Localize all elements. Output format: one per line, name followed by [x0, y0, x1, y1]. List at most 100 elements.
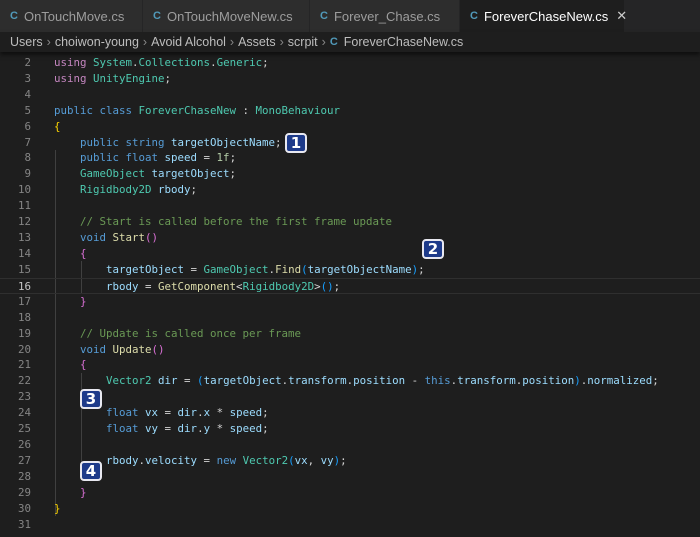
breadcrumb: Users › choiwon-young › Avoid Alcohol › Ass… — [0, 32, 700, 52]
code-token: GetComponent — [158, 279, 237, 293]
code-token: Find — [275, 262, 302, 276]
code-token: Start — [112, 231, 146, 245]
code-line[interactable]: 11 — [0, 198, 700, 214]
code-token: 1f — [216, 151, 230, 165]
line-number: 9 — [24, 167, 31, 181]
breadcrumb-item[interactable]: Users — [10, 35, 43, 49]
code-token: ; — [262, 422, 269, 436]
code-token: vy — [145, 422, 159, 436]
code-text: { — [54, 357, 87, 373]
line-number: 24 — [17, 406, 31, 420]
code-line[interactable]: 21 { — [0, 357, 700, 373]
code-token: ; — [333, 279, 341, 293]
line-number: 7 — [24, 135, 31, 149]
code-line[interactable]: 15 targetObject = GameObject.Find(target… — [0, 262, 700, 278]
code-token: ; — [340, 453, 347, 467]
code-token: ; — [418, 262, 425, 276]
code-text: using UnityEngine; — [54, 71, 171, 87]
code-line[interactable]: 26 — [0, 437, 700, 453]
code-line[interactable]: 3 using UnityEngine; — [0, 71, 700, 87]
code-line[interactable]: 16 rbody = GetComponent<Rigidbody2D>(); — [0, 277, 700, 294]
code-line[interactable]: 8 public float speed = 1f; — [0, 150, 700, 166]
code-text: // Start is called before the first fram… — [54, 214, 392, 230]
code-token: { — [54, 358, 87, 372]
code-line[interactable]: 2 using System.Collections.Generic; — [0, 55, 700, 71]
code-token: Vector2 — [242, 453, 289, 467]
code-line[interactable]: 10 Rigidbody2D rbody; — [0, 182, 700, 198]
code-text: public float speed = 1f; — [54, 150, 236, 166]
line-number: 23 — [17, 390, 31, 404]
code-line[interactable]: 22 Vector2 dir = (targetObject.transform… — [0, 373, 700, 389]
code-token: speed — [229, 422, 263, 436]
breadcrumb-item[interactable]: Avoid Alcohol — [151, 35, 226, 49]
code-token: Rigidbody2D — [242, 279, 315, 293]
code-line[interactable]: 30} — [0, 501, 700, 517]
code-token: vx — [145, 406, 159, 420]
tab-forever-chase[interactable]: C Forever_Chase.cs — [310, 0, 460, 32]
code-line[interactable]: 12 // Start is called before the first f… — [0, 214, 700, 230]
code-line[interactable]: 25 float vy = dir.y * speed; — [0, 421, 700, 437]
code-token: - — [405, 374, 425, 388]
code-token: targetObject — [203, 374, 282, 388]
chevron-right-icon: › — [142, 35, 148, 49]
code-token: targetObject — [54, 262, 185, 276]
code-token: = — [197, 453, 217, 467]
tab-ontouchmovenew[interactable]: C OnTouchMoveNew.cs — [143, 0, 310, 32]
code-token: public class — [54, 103, 139, 117]
code-text: targetObject = GameObject.Find(targetObj… — [54, 262, 425, 278]
code-token: UnityEngine — [93, 71, 165, 85]
csharp-icon: C — [329, 36, 338, 48]
code-line[interactable]: 19 // Update is called once per frame — [0, 326, 700, 342]
code-editor[interactable]: 1using System.Collections;2using System.… — [0, 52, 700, 537]
code-line[interactable]: 31 — [0, 517, 700, 533]
line-number: 11 — [17, 199, 31, 213]
code-token: , — [307, 453, 321, 467]
chevron-right-icon: › — [229, 35, 235, 49]
breadcrumb-item[interactable]: scrpit — [288, 35, 318, 49]
code-token: ForeverChaseNew — [138, 103, 237, 117]
code-line[interactable]: 17 } — [0, 294, 700, 310]
code-token: dir — [177, 406, 198, 420]
tab-ontouchmove[interactable]: C OnTouchMove.cs — [0, 0, 143, 32]
code-token: } — [54, 485, 87, 499]
code-line[interactable]: 6{ — [0, 119, 700, 135]
code-token: System — [93, 52, 132, 53]
code-token: normalized — [587, 374, 653, 388]
code-line[interactable]: 29 } — [0, 485, 700, 501]
line-number: 4 — [24, 87, 31, 101]
code-token: dir — [158, 374, 178, 388]
code-token: using — [54, 71, 94, 85]
code-token: ; — [229, 167, 237, 181]
code-text: } — [54, 485, 87, 501]
code-token: transform — [288, 374, 347, 388]
close-icon[interactable]: ✕ — [616, 8, 627, 24]
code-line[interactable]: 23 — [0, 389, 700, 405]
code-line[interactable]: 24 float vx = dir.x * speed; — [0, 405, 700, 421]
code-token: // Update is called once per frame — [54, 326, 302, 340]
csharp-icon: C — [320, 10, 328, 22]
line-number: 12 — [17, 215, 31, 229]
code-line[interactable]: 4 — [0, 87, 700, 103]
line-number: 19 — [17, 326, 31, 340]
tab-label: OnTouchMoveNew.cs — [166, 8, 293, 24]
code-line[interactable]: 27 rbody.velocity = new Vector2(vx, vy); — [0, 453, 700, 469]
tab-label: OnTouchMove.cs — [23, 8, 125, 24]
code-text: float vy = dir.y * speed; — [54, 421, 269, 437]
code-line[interactable]: 20 void Update() — [0, 342, 700, 358]
breadcrumb-item[interactable]: ForeverChaseNew.cs — [344, 35, 464, 49]
breadcrumb-item[interactable]: choiwon-young — [55, 35, 139, 49]
line-number: 3 — [24, 71, 31, 85]
line-number: 16 — [17, 279, 31, 293]
code-token: using — [54, 52, 93, 53]
breadcrumb-item[interactable]: Assets — [238, 35, 276, 49]
code-token: ; — [164, 71, 172, 85]
tab-foreverchasenew[interactable]: C ForeverChaseNew.cs ✕ — [460, 0, 627, 32]
code-line[interactable]: 9 GameObject targetObject; — [0, 166, 700, 182]
code-line[interactable]: 28 — [0, 469, 700, 485]
code-line[interactable]: 18 — [0, 310, 700, 326]
code-line[interactable]: 14 { — [0, 246, 700, 262]
code-token: ; — [190, 183, 198, 197]
code-line[interactable]: 7 public string targetObjectName; — [0, 135, 700, 151]
code-line[interactable]: 5 public class ForeverChaseNew : MonoBeha… — [0, 103, 700, 119]
code-line[interactable]: 13 void Start() — [0, 230, 700, 246]
